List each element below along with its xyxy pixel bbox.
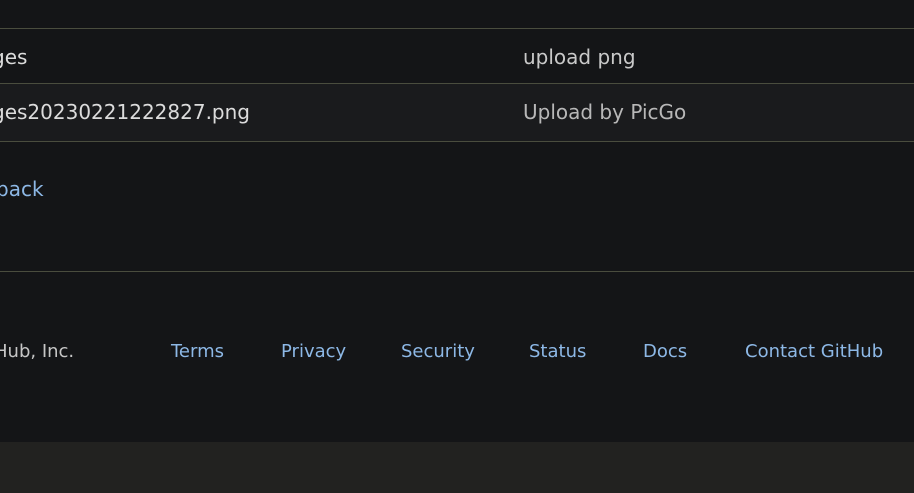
back-link[interactable]: back — [0, 177, 44, 201]
footer-link-status[interactable]: Status — [529, 341, 586, 363]
footer-link-docs[interactable]: Docs — [643, 341, 687, 363]
footer-link-contact-github[interactable]: Contact GitHub — [745, 341, 883, 363]
footer-link-terms[interactable]: Terms — [171, 341, 224, 363]
bottom-band — [0, 442, 914, 493]
commit-message[interactable]: Upload by PicGo — [523, 100, 686, 124]
footer-link-security[interactable]: Security — [401, 341, 475, 363]
footer-link-privacy[interactable]: Privacy — [281, 341, 346, 363]
file-row[interactable]: ges upload png — [0, 28, 914, 84]
file-row[interactable]: ges20230221222827.png Upload by PicGo — [0, 84, 914, 142]
file-name-link[interactable]: ges20230221222827.png — [0, 100, 250, 124]
commit-message[interactable]: upload png — [523, 45, 636, 69]
page: ges upload png ges20230221222827.png Upl… — [0, 0, 914, 493]
footer-divider — [0, 271, 914, 272]
file-name-link[interactable]: ges — [0, 45, 27, 69]
footer-copyright: Hub, Inc. — [0, 341, 75, 362]
